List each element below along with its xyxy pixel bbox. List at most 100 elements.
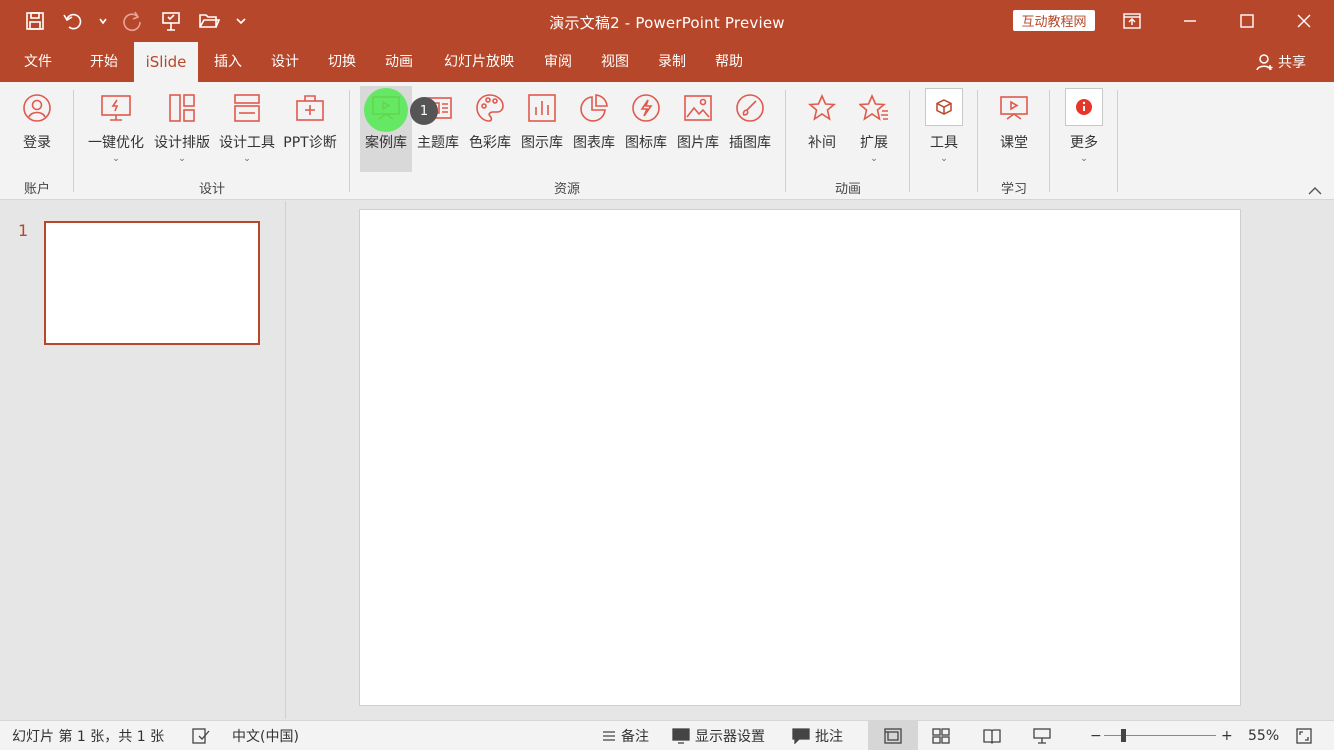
cube-icon bbox=[925, 88, 963, 126]
chevron-down-icon: ⌄ bbox=[1080, 154, 1088, 164]
notes-icon bbox=[603, 731, 615, 741]
normal-view-button[interactable] bbox=[868, 721, 918, 750]
ribbon-display-icon[interactable] bbox=[1117, 6, 1147, 36]
notes-label: 备注 bbox=[621, 729, 649, 745]
zoom-level[interactable]: 55% bbox=[1248, 721, 1279, 750]
slideshow-view-button[interactable] bbox=[1033, 721, 1051, 750]
brand-badge: 互动教程网 bbox=[1013, 10, 1095, 31]
tween-label: 补间 bbox=[808, 135, 836, 151]
login-label: 登录 bbox=[23, 135, 51, 151]
medical-kit-icon bbox=[294, 92, 326, 124]
editing-canvas bbox=[287, 201, 1334, 719]
star-icon bbox=[806, 92, 838, 124]
illustration-library-button[interactable]: 插图库 bbox=[726, 86, 774, 170]
ppt-diag-label: PPT诊断 bbox=[283, 135, 337, 151]
ribbon-separator bbox=[909, 90, 910, 192]
monitor-lightning-icon bbox=[100, 92, 132, 124]
maximize-icon[interactable] bbox=[1232, 6, 1262, 36]
monitor-gear-icon bbox=[672, 728, 690, 744]
normal-view-icon bbox=[884, 728, 902, 744]
fit-window-icon bbox=[1296, 728, 1312, 744]
ribbon-separator bbox=[349, 90, 350, 192]
minimize-icon[interactable] bbox=[1175, 6, 1205, 36]
extend-button[interactable]: 扩展 ⌄ bbox=[850, 86, 898, 170]
comments-button[interactable]: 批注 bbox=[792, 721, 843, 750]
slide-sorter-button[interactable] bbox=[932, 721, 950, 750]
notes-button[interactable]: 备注 bbox=[602, 721, 649, 750]
colors-label: 色彩库 bbox=[469, 135, 511, 151]
ribbon-separator bbox=[73, 90, 74, 192]
image-icon bbox=[682, 92, 714, 124]
tab-view[interactable]: 视图 bbox=[587, 42, 643, 82]
ribbon: 登录 账户 一键优化 ⌄ 设计排版 ⌄ 设计工具 ⌄ PPT诊断 设计 案例库 … bbox=[0, 82, 1334, 200]
design-layout-button[interactable]: 设计排版 ⌄ bbox=[150, 86, 214, 170]
group-animation-label: 动画 bbox=[834, 182, 861, 197]
slide-canvas[interactable] bbox=[359, 209, 1241, 706]
classroom-label: 课堂 bbox=[1000, 135, 1028, 151]
fit-to-window-button[interactable] bbox=[1296, 721, 1312, 750]
collapse-ribbon-icon[interactable] bbox=[1308, 184, 1322, 200]
optimize-label: 一键优化 bbox=[88, 135, 144, 151]
comment-icon bbox=[792, 728, 810, 744]
ppt-diagnosis-button[interactable]: PPT诊断 bbox=[280, 86, 340, 170]
accessibility-icon[interactable] bbox=[192, 721, 210, 750]
diagram-library-button[interactable]: 图示库 bbox=[518, 86, 566, 170]
video-board-icon bbox=[998, 92, 1030, 124]
grid-view-icon bbox=[932, 728, 950, 744]
icon-library-button[interactable]: 图标库 bbox=[622, 86, 670, 170]
tab-design[interactable]: 设计 bbox=[257, 42, 313, 82]
share-button[interactable]: 共享 bbox=[1256, 42, 1306, 82]
tab-help[interactable]: 帮助 bbox=[701, 42, 757, 82]
status-bar: 幻灯片 第 1 张，共 1 张 中文(中国) 备注 显示器设置 批注 − + 5… bbox=[0, 720, 1334, 750]
color-library-button[interactable]: 色彩库 bbox=[466, 86, 514, 170]
tab-animations[interactable]: 动画 bbox=[371, 42, 427, 82]
book-icon bbox=[983, 729, 1001, 744]
chevron-down-icon: ⌄ bbox=[243, 154, 251, 164]
illustrations-label: 插图库 bbox=[729, 135, 771, 151]
zoom-in-button[interactable]: + bbox=[1221, 721, 1233, 750]
reading-view-button[interactable] bbox=[983, 721, 1001, 750]
slide-info: 幻灯片 第 1 张，共 1 张 bbox=[12, 729, 165, 745]
chart-library-button[interactable]: 图表库 bbox=[570, 86, 618, 170]
slide-thumbnail[interactable] bbox=[44, 221, 260, 345]
tab-insert[interactable]: 插入 bbox=[200, 42, 256, 82]
zoom-slider-thumb[interactable] bbox=[1121, 729, 1126, 742]
chevron-down-icon: ⌄ bbox=[940, 154, 948, 164]
display-settings-button[interactable]: 显示器设置 bbox=[672, 721, 765, 750]
language-status[interactable]: 中文(中国) bbox=[232, 721, 299, 750]
charts-label: 图表库 bbox=[573, 135, 615, 151]
group-resources-label: 资源 bbox=[553, 182, 580, 197]
login-button[interactable]: 登录 bbox=[12, 86, 62, 170]
image-library-button[interactable]: 图片库 bbox=[674, 86, 722, 170]
tab-islide[interactable]: iSlide bbox=[134, 42, 198, 82]
person-add-icon bbox=[1256, 54, 1273, 71]
tools-button[interactable]: 工具 ⌄ bbox=[920, 86, 968, 170]
close-icon[interactable] bbox=[1289, 6, 1319, 36]
projector-icon bbox=[1033, 728, 1051, 744]
star-lines-icon bbox=[858, 92, 890, 124]
bar-diagram-icon bbox=[526, 92, 558, 124]
tab-home[interactable]: 开始 bbox=[76, 42, 132, 82]
share-label: 共享 bbox=[1278, 55, 1306, 71]
pie-chart-icon bbox=[578, 92, 610, 124]
tab-transitions[interactable]: 切换 bbox=[314, 42, 370, 82]
design-tools-button[interactable]: 设计工具 ⌄ bbox=[215, 86, 279, 170]
tab-slideshow[interactable]: 幻灯片放映 bbox=[432, 42, 526, 82]
tab-file[interactable]: 文件 bbox=[10, 42, 66, 82]
chevron-down-icon: ⌄ bbox=[178, 154, 186, 164]
tab-review[interactable]: 审阅 bbox=[530, 42, 586, 82]
chevron-down-icon: ⌄ bbox=[112, 154, 120, 164]
themes-label: 主题库 bbox=[417, 135, 459, 151]
ribbon-separator bbox=[785, 90, 786, 192]
design-tools-label: 设计工具 bbox=[219, 135, 275, 151]
cursor-highlight bbox=[364, 88, 408, 132]
tween-button[interactable]: 补间 bbox=[798, 86, 846, 170]
slide-number: 1 bbox=[18, 221, 29, 240]
ribbon-separator bbox=[977, 90, 978, 192]
more-button[interactable]: 更多 ⌄ bbox=[1060, 86, 1108, 170]
lightning-circle-icon bbox=[630, 92, 662, 124]
tab-record[interactable]: 录制 bbox=[644, 42, 700, 82]
classroom-button[interactable]: 课堂 bbox=[990, 86, 1038, 170]
one-click-optimize-button[interactable]: 一键优化 ⌄ bbox=[84, 86, 148, 170]
zoom-out-button[interactable]: − bbox=[1090, 721, 1102, 750]
